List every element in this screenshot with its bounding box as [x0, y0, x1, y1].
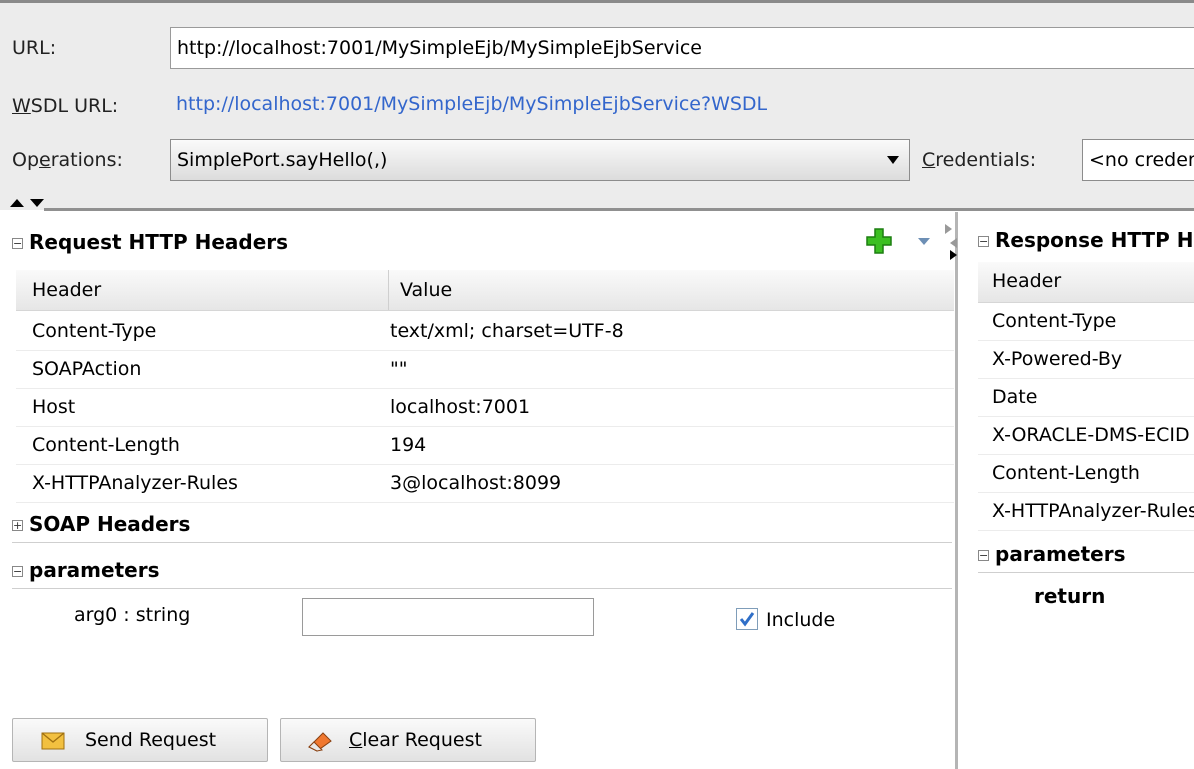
arg0-input[interactable] [302, 598, 594, 636]
splitter-arrows-icon[interactable] [944, 222, 958, 262]
table-row[interactable]: Content-Length [978, 454, 1194, 493]
horizontal-splitter[interactable] [44, 208, 1194, 211]
add-icon[interactable] [866, 228, 892, 254]
include-checkbox[interactable] [736, 608, 758, 630]
request-headers-table-header: Header Value [16, 270, 954, 311]
collapse-icon: − [12, 237, 23, 250]
collapse-icon: − [978, 235, 989, 248]
request-headers-title[interactable]: − Request HTTP Headers [12, 230, 288, 254]
checkmark-icon [739, 612, 755, 627]
expand-icon: + [12, 519, 23, 532]
table-row[interactable]: X-HTTPAnalyzer-Rules 3@localhost:8099 [16, 464, 954, 503]
operations-select[interactable]: SimplePort.sayHello(,) [170, 139, 910, 181]
add-dropdown-icon[interactable] [918, 238, 930, 246]
connection-panel: URL: http://localhost:7001/MySimpleEjb/M… [0, 0, 1194, 210]
table-row[interactable]: X-Powered-By [978, 340, 1194, 379]
collapse-icon: − [12, 565, 23, 578]
wsdl-url-link[interactable]: http://localhost:7001/MySimpleEjb/MySimp… [176, 93, 767, 115]
table-row[interactable]: Host localhost:7001 [16, 388, 954, 427]
value-cell: localhost:7001 [390, 396, 531, 418]
clear-request-button[interactable]: Clear Request [280, 718, 536, 762]
header-cell: X-HTTPAnalyzer-Rules [32, 472, 238, 494]
eraser-icon [308, 732, 332, 752]
credentials-select[interactable]: <no credentials> [1082, 139, 1194, 181]
table-row[interactable]: Content-Length 194 [16, 426, 954, 465]
table-row[interactable]: Date [978, 378, 1194, 417]
response-headers-title[interactable]: −Response HTTP Headers [978, 228, 1194, 252]
header-cell: Content-Type [992, 310, 1117, 332]
header-cell: SOAPAction [32, 358, 142, 380]
credentials-label: Credentials: [922, 149, 1037, 171]
header-cell: X-ORACLE-DMS-ECID [992, 424, 1190, 446]
send-request-button[interactable]: Send Request [12, 718, 268, 762]
table-row[interactable]: Content-Type [978, 302, 1194, 341]
table-row[interactable]: SOAPAction "" [16, 350, 954, 389]
header-cell: Date [992, 386, 1038, 408]
collapse-icon: − [978, 549, 989, 562]
response-headers-table-header: Header [978, 262, 1194, 303]
header-cell: Host [32, 396, 76, 418]
value-cell: 3@localhost:8099 [390, 472, 562, 494]
send-request-label: Send Request [85, 729, 217, 751]
table-row[interactable]: Content-Type text/xml; charset=UTF-8 [16, 312, 954, 351]
header-cell: Content-Type [32, 320, 157, 342]
request-panel: − Request HTTP Headers Header Value Conte… [0, 212, 955, 769]
parameters-title[interactable]: − parameters [12, 558, 159, 582]
arg0-label: arg0 : string [74, 604, 191, 626]
value-cell: text/xml; charset=UTF-8 [390, 320, 624, 342]
include-label: Include [766, 609, 836, 631]
wsdl-url-label: WSDL URL: [12, 95, 119, 117]
response-panel: −Response HTTP Headers Header Content-Ty… [958, 212, 1194, 769]
header-cell: X-Powered-By [992, 348, 1123, 370]
header-cell: Content-Length [992, 462, 1140, 484]
column-value[interactable]: Value [400, 279, 452, 301]
operations-label: Operations: [12, 149, 123, 171]
table-row[interactable]: X-HTTPAnalyzer-Rules [978, 492, 1194, 531]
column-header[interactable]: Header [32, 279, 101, 301]
url-input[interactable]: http://localhost:7001/MySimpleEjb/MySimp… [170, 27, 1194, 69]
value-cell: "" [390, 358, 408, 380]
return-label: return [1034, 584, 1106, 608]
envelope-icon [41, 732, 65, 750]
header-cell: X-HTTPAnalyzer-Rules [992, 500, 1194, 522]
value-cell: 194 [390, 434, 427, 456]
soap-headers-title[interactable]: + SOAP Headers [12, 512, 190, 536]
url-label: URL: [12, 37, 57, 59]
table-row[interactable]: X-ORACLE-DMS-ECID [978, 416, 1194, 455]
collapse-expand-icon[interactable] [10, 197, 48, 209]
dropdown-arrow-icon [887, 156, 899, 164]
header-cell: Content-Length [32, 434, 180, 456]
operations-value: SimplePort.sayHello(,) [177, 149, 388, 171]
clear-request-label: Clear Request [349, 729, 482, 751]
response-parameters-title[interactable]: − parameters [978, 542, 1125, 566]
column-header[interactable]: Header [992, 270, 1061, 292]
